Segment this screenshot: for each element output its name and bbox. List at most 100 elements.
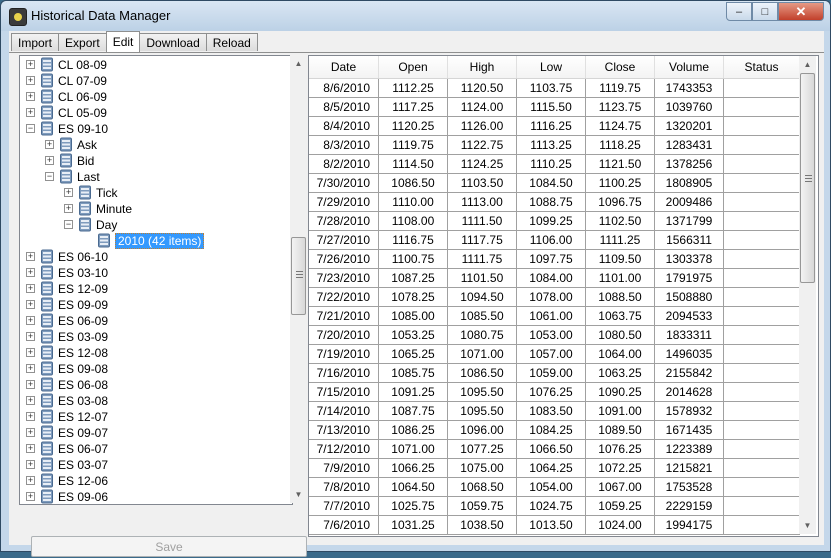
table-cell[interactable]: 1054.00 — [517, 478, 586, 497]
expand-icon[interactable]: + — [26, 364, 35, 373]
scroll-up-icon[interactable]: ▲ — [290, 55, 307, 72]
table-cell[interactable]: 1059.00 — [517, 364, 586, 383]
expand-icon[interactable]: + — [26, 380, 35, 389]
expand-icon[interactable]: + — [26, 92, 35, 101]
table-cell[interactable]: 1103.50 — [448, 174, 517, 193]
table-cell[interactable]: 1088.75 — [517, 193, 586, 212]
table-cell[interactable]: 1110.25 — [517, 155, 586, 174]
table-cell[interactable]: 1116.75 — [379, 231, 448, 250]
table-cell[interactable]: 1078.25 — [379, 288, 448, 307]
table-cell[interactable]: 1115.50 — [517, 98, 586, 117]
table-row[interactable]: 7/30/2010 1086.50 1103.50 1084.50 1100.25 180… — [309, 174, 800, 193]
table-cell[interactable]: 7/19/2010 — [309, 345, 379, 364]
table-cell[interactable]: 1084.25 — [517, 421, 586, 440]
expand-icon[interactable]: + — [45, 140, 54, 149]
table-cell[interactable]: 1109.50 — [586, 250, 655, 269]
table-cell[interactable] — [724, 269, 800, 288]
table-cell[interactable] — [724, 326, 800, 345]
expand-icon[interactable]: + — [26, 268, 35, 277]
table-cell[interactable]: 7/27/2010 — [309, 231, 379, 250]
table-cell[interactable]: 1378256 — [655, 155, 724, 174]
table-row[interactable]: 7/13/2010 1086.25 1096.00 1084.25 1089.50 167… — [309, 421, 800, 440]
table-cell[interactable] — [724, 231, 800, 250]
table-row[interactable]: 7/26/2010 1100.75 1111.75 1097.75 1109.50 130… — [309, 250, 800, 269]
table-cell[interactable]: 1117.25 — [379, 98, 448, 117]
table-cell[interactable]: 1066.50 — [517, 440, 586, 459]
table-cell[interactable]: 7/7/2010 — [309, 497, 379, 516]
table-cell[interactable]: 1091.00 — [586, 402, 655, 421]
table-cell[interactable] — [724, 478, 800, 497]
table-cell[interactable]: 1124.25 — [448, 155, 517, 174]
table-cell[interactable]: 1087.25 — [379, 269, 448, 288]
table-cell[interactable]: 1077.25 — [448, 440, 517, 459]
table-cell[interactable]: 7/23/2010 — [309, 269, 379, 288]
tab-import[interactable]: Import — [11, 33, 60, 51]
table-cell[interactable] — [724, 459, 800, 478]
table-row[interactable]: 7/23/2010 1087.25 1101.50 1084.00 1101.00 179… — [309, 269, 800, 288]
table-cell[interactable]: 8/2/2010 — [309, 155, 379, 174]
table-cell[interactable] — [724, 345, 800, 364]
expand-icon[interactable]: + — [45, 156, 54, 165]
table-cell[interactable]: 1095.50 — [448, 383, 517, 402]
table-cell[interactable]: 1096.00 — [448, 421, 517, 440]
table-cell[interactable]: 1101.00 — [586, 269, 655, 288]
table-row[interactable]: 7/19/2010 1065.25 1071.00 1057.00 1064.00 149… — [309, 345, 800, 364]
table-cell[interactable]: 7/12/2010 — [309, 440, 379, 459]
expand-icon[interactable]: + — [26, 476, 35, 485]
expand-icon[interactable]: + — [26, 460, 35, 469]
table-row[interactable]: 7/22/2010 1078.25 1094.50 1078.00 1088.50 150… — [309, 288, 800, 307]
tree-scroll-thumb[interactable] — [291, 237, 306, 315]
table-cell[interactable]: 1112.25 — [379, 79, 448, 98]
table-cell[interactable]: 2229159 — [655, 497, 724, 516]
table-cell[interactable]: 1064.25 — [517, 459, 586, 478]
grid-scroll-thumb[interactable] — [800, 73, 815, 283]
table-cell[interactable]: 1083.50 — [517, 402, 586, 421]
table-cell[interactable] — [724, 155, 800, 174]
table-cell[interactable]: 1063.75 — [586, 307, 655, 326]
table-cell[interactable] — [724, 117, 800, 136]
table-cell[interactable]: 7/15/2010 — [309, 383, 379, 402]
table-cell[interactable]: 8/5/2010 — [309, 98, 379, 117]
table-cell[interactable]: 1072.25 — [586, 459, 655, 478]
table-cell[interactable]: 1994175 — [655, 516, 724, 535]
table-cell[interactable]: 1111.25 — [586, 231, 655, 250]
table-cell[interactable]: 1091.25 — [379, 383, 448, 402]
table-cell[interactable]: 8/6/2010 — [309, 79, 379, 98]
table-cell[interactable]: 1078.00 — [517, 288, 586, 307]
table-cell[interactable] — [724, 288, 800, 307]
table-cell[interactable]: 1371799 — [655, 212, 724, 231]
table-row[interactable]: 8/5/2010 1117.25 1124.00 1115.50 1123.75 1039… — [309, 98, 800, 117]
table-cell[interactable]: 1753528 — [655, 478, 724, 497]
table-row[interactable]: 7/28/2010 1108.00 1111.50 1099.25 1102.50 137… — [309, 212, 800, 231]
table-cell[interactable] — [724, 383, 800, 402]
table-cell[interactable]: 1100.25 — [586, 174, 655, 193]
expand-icon[interactable]: + — [26, 444, 35, 453]
table-cell[interactable]: 7/14/2010 — [309, 402, 379, 421]
table-cell[interactable] — [724, 440, 800, 459]
table-cell[interactable]: 1097.75 — [517, 250, 586, 269]
table-cell[interactable]: 1102.50 — [586, 212, 655, 231]
table-cell[interactable]: 1119.75 — [379, 136, 448, 155]
table-cell[interactable]: 1121.50 — [586, 155, 655, 174]
table-cell[interactable]: 1496035 — [655, 345, 724, 364]
scroll-down-icon[interactable]: ▼ — [290, 486, 307, 503]
expand-icon[interactable]: + — [26, 412, 35, 421]
table-cell[interactable] — [724, 79, 800, 98]
table-row[interactable]: 8/6/2010 1112.25 1120.50 1103.75 1119.75 1743… — [309, 79, 800, 98]
table-cell[interactable]: 2094533 — [655, 307, 724, 326]
table-cell[interactable]: 1090.25 — [586, 383, 655, 402]
table-cell[interactable]: 1113.25 — [517, 136, 586, 155]
table-cell[interactable]: 1791975 — [655, 269, 724, 288]
table-cell[interactable]: 1038.50 — [448, 516, 517, 535]
expand-icon[interactable]: + — [26, 252, 35, 261]
maximize-button[interactable]: □ — [752, 2, 778, 21]
table-cell[interactable]: 1566311 — [655, 231, 724, 250]
table-cell[interactable]: 7/9/2010 — [309, 459, 379, 478]
table-cell[interactable]: 1067.00 — [586, 478, 655, 497]
table-cell[interactable]: 1084.00 — [517, 269, 586, 288]
table-cell[interactable]: 1103.75 — [517, 79, 586, 98]
table-cell[interactable]: 1080.50 — [586, 326, 655, 345]
collapse-icon[interactable]: − — [64, 220, 73, 229]
table-cell[interactable]: 1303378 — [655, 250, 724, 269]
table-cell[interactable] — [724, 497, 800, 516]
